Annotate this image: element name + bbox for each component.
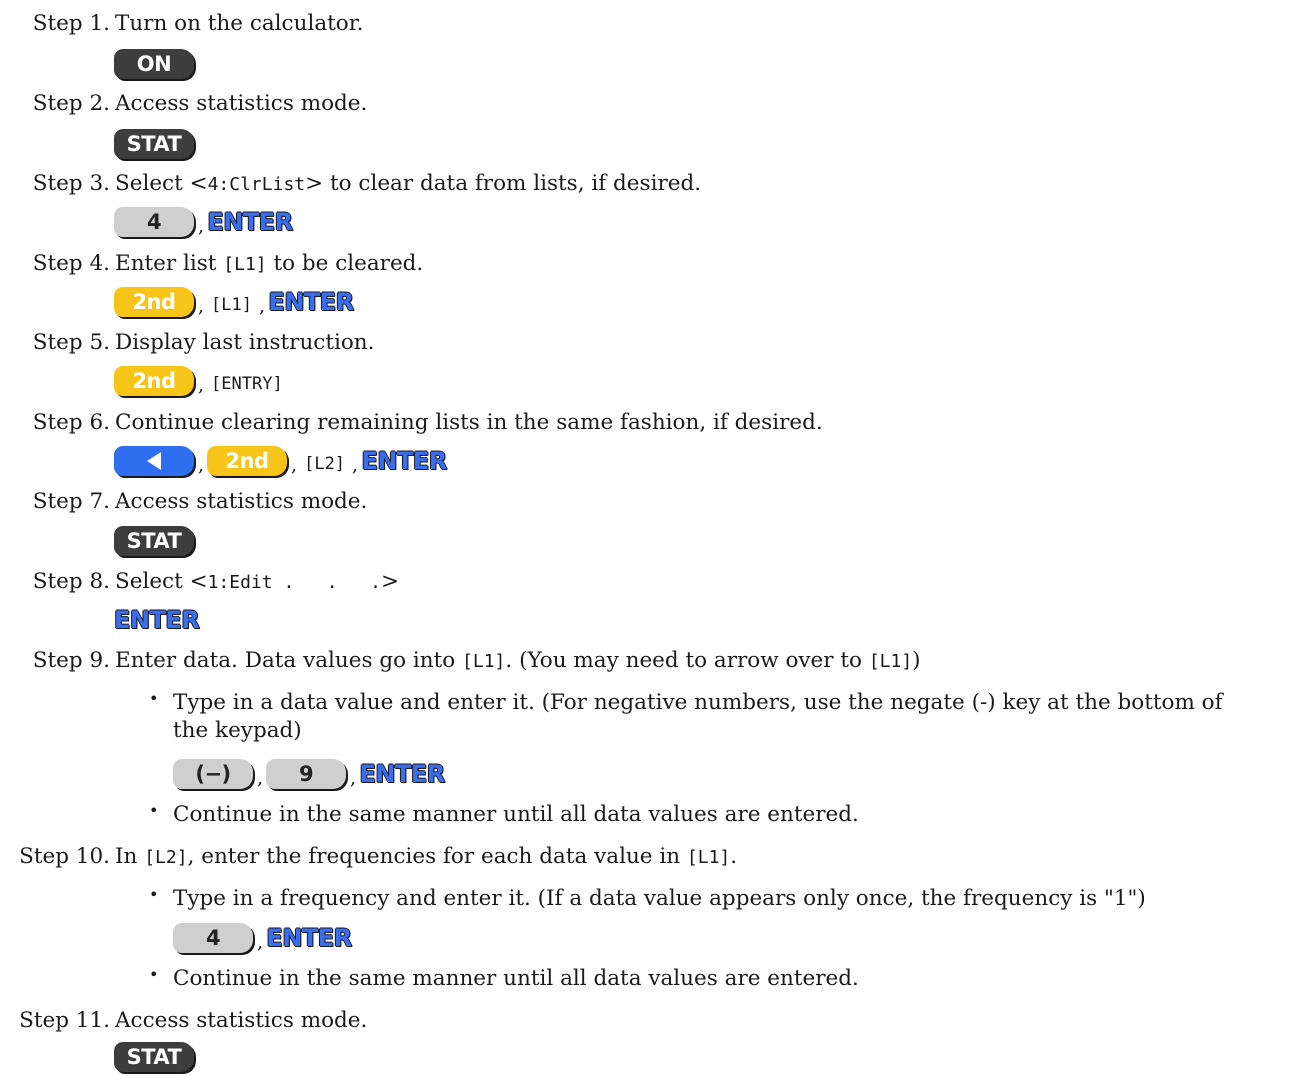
bullet-icon: • — [149, 965, 159, 984]
step-text: Access statistics mode. — [115, 489, 368, 514]
negate-key: (−) — [173, 759, 253, 789]
step-text: Enter data. Data values go into [L1]. (Y… — [115, 648, 921, 673]
bullet-icon: • — [149, 885, 159, 904]
comma: , — [198, 295, 205, 317]
bullet-text: Type in a data value and enter it. (For … — [173, 690, 1223, 715]
entry-label: [ENTRY] — [211, 374, 283, 394]
step-text: In [L2], enter the frequencies for each … — [115, 844, 738, 869]
comma: , — [350, 767, 357, 789]
comma: , — [198, 374, 205, 396]
keys-step-3: 4, ENTER — [114, 207, 293, 241]
l1-label: [L1] — [211, 295, 252, 315]
enter-key: ENTER — [268, 288, 354, 316]
keys-step-10: 4, ENTER — [173, 923, 352, 957]
on-key: ON — [114, 49, 194, 79]
step-label: Step 5. — [32, 330, 110, 355]
stat-key: STAT — [114, 1042, 194, 1072]
step-label: Step 9. — [32, 648, 110, 673]
step-9-bullet-1: • Type in a data value and enter it. (Fo… — [149, 689, 1223, 745]
step-9-bullet-2: • Continue in the same manner until all … — [149, 801, 859, 829]
step-text: Select <4:ClrList> to clear data from li… — [115, 171, 702, 196]
left-arrow-icon — [147, 451, 161, 470]
keys-step-4: 2nd, [L1], ENTER — [114, 287, 354, 321]
comma: , — [257, 767, 264, 789]
step-10-bullet-1: • Type in a frequency and enter it. (If … — [149, 885, 1146, 913]
enter-key: ENTER — [361, 447, 447, 475]
second-key: 2nd — [114, 366, 194, 396]
step-label: Step 7. — [32, 489, 110, 514]
comma: , — [198, 215, 205, 237]
step-10-bullet-2: • Continue in the same manner until all … — [149, 965, 859, 993]
left-arrow-key — [114, 446, 194, 476]
comma: , — [259, 295, 266, 317]
bullet-text: Continue in the same manner until all da… — [173, 802, 859, 827]
step-label: Step 1. — [32, 11, 110, 36]
step-text: Select <1:Edit . . .> — [115, 569, 399, 594]
comma: , — [291, 454, 298, 476]
step-label: Step 3. — [32, 171, 110, 196]
bullet-icon: • — [149, 689, 159, 708]
step-label: Step 11. — [19, 1008, 110, 1033]
enter-key: ENTER — [266, 924, 352, 952]
bullet-text: the keypad) — [173, 718, 302, 743]
four-key: 4 — [114, 207, 194, 237]
stat-key: STAT — [114, 129, 194, 159]
step-text: Enter list [L1] to be cleared. — [115, 251, 424, 276]
step-label: Step 6. — [32, 410, 110, 435]
enter-key: ENTER — [359, 760, 445, 788]
keys-step-1: ON — [114, 49, 194, 83]
comma: , — [352, 454, 359, 476]
stat-key: STAT — [114, 526, 194, 556]
second-key: 2nd — [207, 446, 288, 476]
comma: , — [198, 454, 205, 476]
enter-key: ENTER — [207, 208, 293, 236]
bullet-icon: • — [149, 801, 159, 820]
nine-key: 9 — [266, 759, 347, 789]
keys-step-5: 2nd, [ENTRY] — [114, 366, 286, 400]
step-text: Access statistics mode. — [115, 1008, 368, 1033]
comma: , — [257, 931, 264, 953]
step-text: Display last instruction. — [115, 330, 375, 355]
bullet-text: Type in a frequency and enter it. (If a … — [173, 886, 1146, 911]
four-key: 4 — [173, 923, 253, 953]
bullet-text: Continue in the same manner until all da… — [173, 966, 859, 991]
step-text: Access statistics mode. — [115, 91, 368, 116]
step-label: Step 2. — [32, 91, 110, 116]
second-key: 2nd — [114, 287, 194, 317]
step-label: Step 10. — [19, 844, 110, 869]
keys-step-7: STAT — [114, 526, 194, 560]
step-text: Continue clearing remaining lists in the… — [115, 410, 823, 435]
step-label: Step 8. — [32, 569, 110, 594]
keys-step-6: , 2nd, [L2], ENTER — [114, 446, 447, 480]
keys-step-8: ENTER — [114, 605, 200, 639]
keys-step-9: (−), 9, ENTER — [173, 759, 445, 793]
l2-label: [L2] — [304, 454, 346, 474]
enter-key: ENTER — [114, 606, 200, 634]
step-label: Step 4. — [32, 251, 110, 276]
keys-step-2: STAT — [114, 129, 194, 163]
step-text: Turn on the calculator. — [115, 11, 364, 36]
